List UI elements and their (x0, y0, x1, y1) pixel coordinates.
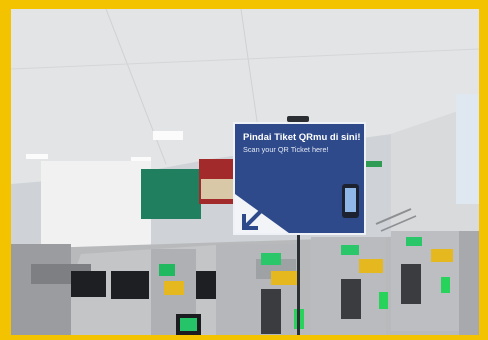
gate-flap (111, 271, 149, 299)
gate-reader (431, 249, 453, 262)
ceiling-light (153, 131, 183, 140)
back-wall (41, 161, 151, 251)
ceiling-light (26, 154, 48, 159)
gate-screen (341, 245, 359, 255)
gate-indicator (441, 277, 450, 293)
gate-screen (159, 264, 175, 276)
main-gate (216, 244, 296, 335)
left-gate (11, 244, 71, 335)
station-photo: Pindai Tiket QRmu di sini! Scan your QR … (11, 9, 479, 335)
right-poster (456, 94, 479, 204)
gate-screen (406, 237, 422, 246)
gate-indicator (379, 292, 388, 309)
exit-sign (366, 161, 382, 167)
green-wall (141, 169, 201, 219)
sign-subtitle: Scan your QR Ticket here! (243, 145, 329, 154)
arrow-down-left-icon (242, 206, 266, 230)
qr-scan-sign: Pindai Tiket QRmu di sini! Scan your QR … (233, 122, 366, 235)
gate-reader (271, 271, 297, 285)
gate-screen (180, 318, 197, 331)
sign-title: Pindai Tiket QRmu di sini! (243, 132, 361, 143)
gate-screen (261, 253, 281, 265)
gate-reader (164, 281, 184, 295)
gate-flap (71, 271, 106, 297)
phone-icon (342, 184, 359, 218)
gate-reader (359, 259, 383, 273)
sign-stand (297, 235, 300, 335)
